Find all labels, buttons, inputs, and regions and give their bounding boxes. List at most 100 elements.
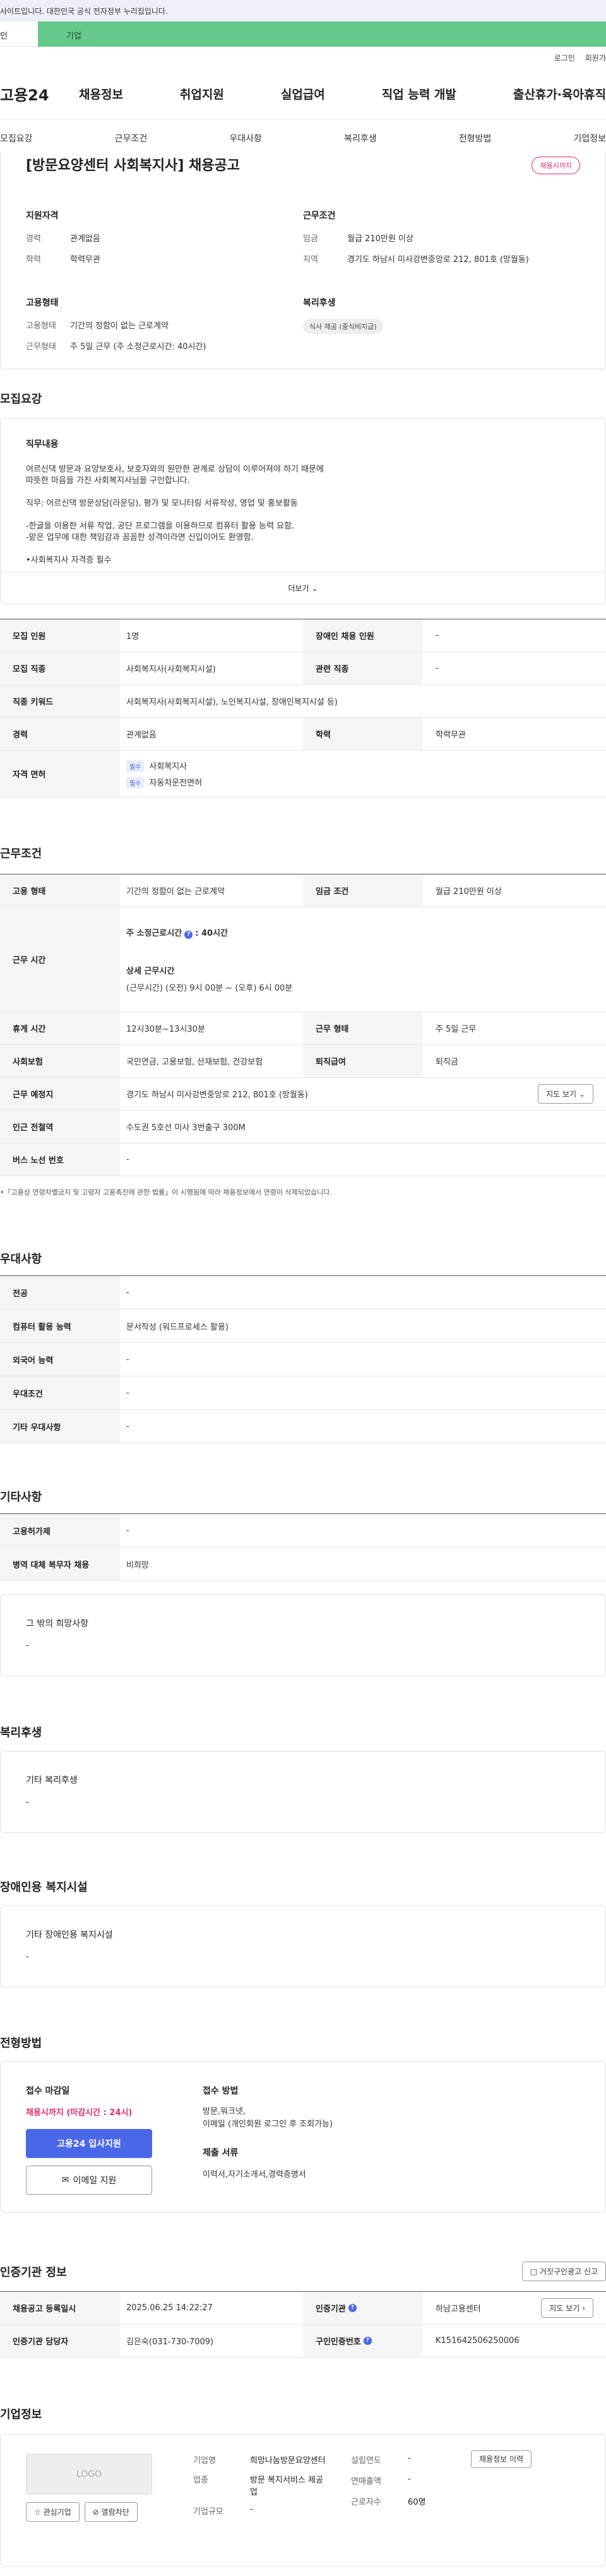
company-section-title: 기업정보 bbox=[0, 2408, 42, 2421]
site-logo[interactable]: 고용24 bbox=[0, 83, 79, 105]
tab-company-info[interactable]: 기업정보 bbox=[573, 132, 606, 145]
duty-line: •사회복지사 자격증 필수 bbox=[26, 556, 112, 565]
menu-employment-support[interactable]: 취업지원 bbox=[180, 85, 224, 102]
job-summary-card: [방문요양센터 사회복지사] 채용공고 채용시까지 지원자격 경력 관계없음 학력… bbox=[0, 152, 606, 369]
table-row: 고용 형태 기간의 정함이 없는 근로계약 임금 조건 월급 210만원 이상 bbox=[0, 874, 606, 907]
work-section-title: 근무조건 bbox=[0, 847, 42, 861]
block-icon: ⊘ bbox=[92, 2508, 99, 2517]
career-value: 관계없음 bbox=[70, 234, 100, 244]
table-row: 버스 노선 번호 - bbox=[0, 1143, 606, 1176]
tab-screening[interactable]: 전형방법 bbox=[459, 132, 492, 145]
auth-map-label: 지도 보기 bbox=[549, 2304, 580, 2313]
pref-condition-value: - bbox=[126, 1388, 129, 1398]
tab-company[interactable]: 기업 bbox=[38, 21, 606, 47]
tab-recruit[interactable]: 모집요강 bbox=[0, 132, 33, 145]
reg-date-value: 2025.06.25 14:22:27 bbox=[126, 2303, 213, 2313]
major-value: - bbox=[126, 1287, 129, 1297]
menu-parental-leave[interactable]: 출산휴가·육아휴직 bbox=[513, 85, 606, 102]
signup-link[interactable]: 회원가 bbox=[585, 52, 606, 63]
job-type-value: 사회복지사(사회복지시설) bbox=[126, 665, 216, 674]
login-link[interactable]: 로그인 bbox=[554, 52, 575, 63]
global-nav: 고용24 채용정보 취업지원 실업급여 직업 능력 개발 출산휴가·육아휴직 bbox=[0, 69, 606, 119]
favorite-company-button[interactable]: ☆ 관심기업 bbox=[26, 2502, 80, 2522]
chevron-down-icon: ⌄ bbox=[578, 1090, 585, 1099]
license-name: 사회복지사 bbox=[149, 761, 187, 772]
map-button[interactable]: 지도 보기 ⌄ bbox=[538, 1084, 593, 1104]
favorite-label: 관심기업 bbox=[43, 2508, 71, 2517]
company-size-label: 기업규모 bbox=[193, 2507, 223, 2517]
duty-box: 직무내용 어르신댁 방문과 요양보호사, 보호자와의 원만한 관계로 상담이 이… bbox=[0, 418, 606, 604]
tab-work-conditions[interactable]: 근무조건 bbox=[115, 132, 148, 145]
severance-label: 퇴직급여 bbox=[303, 1045, 423, 1077]
station-label: 인근 전철역 bbox=[0, 1111, 120, 1143]
table-row: 컴퓨터 활용 능력 문서작성 (워드프로세스 활용) bbox=[0, 1309, 606, 1343]
tab-individual[interactable]: 인 bbox=[0, 21, 38, 47]
keyword-label: 직종 키워드 bbox=[0, 685, 120, 717]
employ-type-label: 고용 형태 bbox=[0, 874, 120, 907]
tab-welfare[interactable]: 복리후생 bbox=[344, 132, 377, 145]
report-icon: □ bbox=[530, 2267, 538, 2276]
station-value: 수도권 5호선 미사 3번출구 300M bbox=[126, 1123, 246, 1133]
industry-label: 업종 bbox=[193, 2476, 208, 2485]
workplace-label: 근무 예정지 bbox=[0, 1078, 120, 1110]
info-icon[interactable]: ? bbox=[348, 2304, 357, 2312]
apply-button[interactable]: 고용24 입사지원 bbox=[26, 2129, 152, 2158]
hours-label: 근무 시간 bbox=[0, 907, 120, 1011]
method-line: 방문,워크넷, bbox=[203, 2107, 246, 2116]
pref-etc-value: - bbox=[126, 1421, 129, 1431]
license-name: 자동차운전면허 bbox=[149, 778, 203, 788]
table-row: 기타 우대사항 - bbox=[0, 1410, 606, 1443]
report-button[interactable]: □ 거짓구인광고 신고 bbox=[521, 2262, 606, 2281]
related-job-value: - bbox=[436, 664, 439, 673]
cert-no-label: 구인인증번호 bbox=[316, 2337, 361, 2347]
hiring-history-button[interactable]: 채용정보 이력 bbox=[471, 2450, 532, 2468]
table-row: 고용허가제 - bbox=[0, 1514, 606, 1547]
auth-table: 채용공고 등록일시 2025.06.25 14:22:27 인증기관? 하남고용… bbox=[0, 2291, 606, 2358]
table-row: 인근 전철역 수도권 5호선 미사 3번출구 300M bbox=[0, 1111, 606, 1143]
table-row: 우대조건 - bbox=[0, 1376, 606, 1410]
mail-icon: ✉ bbox=[61, 2175, 69, 2185]
tab-preferences[interactable]: 우대사항 bbox=[229, 132, 262, 145]
founded-value: - bbox=[408, 2454, 411, 2463]
detail-hours-title: 상세 근무시간 bbox=[126, 966, 175, 976]
other-request-value: - bbox=[26, 1641, 29, 1650]
facility-box-value: - bbox=[26, 1952, 29, 1962]
duty-line: -한글을 이용한 서류 작업, 공단 프로그램을 이용하므로 컴퓨터 활용 능력… bbox=[26, 522, 295, 531]
chevron-right-icon: › bbox=[582, 2304, 585, 2313]
table-row: 근무 시간 주 소정근로시간?: 40시간 상세 근무시간 (근무시간) (오전… bbox=[0, 907, 606, 1012]
menu-jobs[interactable]: 채용정보 bbox=[79, 85, 123, 102]
weekly-hours-label: 주 소정근로시간 bbox=[126, 928, 182, 938]
region-value: 경기도 하남시 미사강변중앙로 212, 801호 (망월동) bbox=[347, 255, 529, 265]
eps-label: 고용허가제 bbox=[0, 1514, 120, 1547]
pref-section-title: 우대사항 bbox=[0, 1253, 42, 1266]
info-icon[interactable]: ? bbox=[184, 930, 193, 939]
main-menu: 채용정보 취업지원 실업급여 직업 능력 개발 출산휴가·육아휴직 bbox=[79, 85, 606, 102]
menu-unemployment-benefit[interactable]: 실업급여 bbox=[281, 85, 325, 102]
etc-section-title: 기타사항 bbox=[0, 1491, 42, 1504]
education-value: 학력무관 bbox=[70, 255, 100, 265]
more-button[interactable]: 더보기 ⌄ bbox=[1, 572, 605, 604]
eps-value: - bbox=[126, 1525, 129, 1535]
docs-title: 제출 서류 bbox=[203, 2148, 239, 2158]
education-label: 학력 bbox=[26, 255, 41, 265]
summary-bottom: 고용형태 고용형태 기간의 정함이 없는 근로계약 근무형태 주 5일 근무 (주 … bbox=[26, 296, 580, 361]
bus-value: - bbox=[126, 1155, 129, 1164]
map-button-label: 지도 보기 bbox=[546, 1090, 577, 1099]
headcount-value: 1명 bbox=[126, 632, 140, 641]
info-icon[interactable]: ? bbox=[363, 2337, 372, 2345]
auth-map-button[interactable]: 지도 보기 › bbox=[541, 2298, 593, 2318]
work-type-value: 주 5일 근무 bbox=[436, 1025, 477, 1034]
star-icon: ☆ bbox=[34, 2508, 41, 2517]
military-label: 병역 대체 복무자 채용 bbox=[0, 1547, 120, 1580]
block-view-button[interactable]: ⊘ 열람차단 bbox=[84, 2502, 138, 2522]
menu-job-training[interactable]: 직업 능력 개발 bbox=[382, 85, 456, 102]
gov-notice-bar: 사이트입니다. 대한민국 공식 전자정부 누리집입니다. bbox=[0, 0, 606, 21]
email-apply-button[interactable]: ✉ 이메일 지원 bbox=[26, 2166, 152, 2195]
other-request-title: 그 밖의 희망사항 bbox=[26, 1619, 89, 1629]
gov-notice-text: 사이트입니다. 대한민국 공식 전자정부 누리집입니다. bbox=[0, 7, 168, 16]
weekly-hours: 주 소정근로시간?: 40시간 bbox=[126, 926, 228, 939]
welfare-section-title: 복리후생 bbox=[0, 1726, 42, 1739]
duty-heading: 직무내용 bbox=[26, 439, 59, 450]
apply-button-label: 고용24 입사지원 bbox=[57, 2139, 121, 2149]
status-badge: 채용시까지 bbox=[532, 157, 580, 174]
